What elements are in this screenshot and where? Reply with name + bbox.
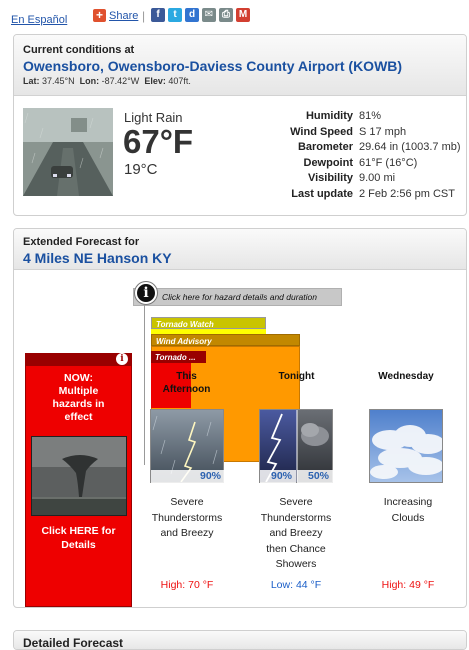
extended-forecast-header: Extended Forecast for 4 Miles NE Hanson …	[14, 229, 466, 270]
now-title-line: effect	[64, 411, 93, 423]
now-details-link[interactable]: Click HERE for Details	[26, 524, 131, 552]
detail-row-last-update: Last update 2 Feb 2:56 pm CST	[264, 187, 461, 203]
current-conditions-label: Current conditions at	[23, 44, 135, 56]
desc-line: Severe	[170, 496, 204, 508]
detail-row-visibility: Visibility 9.00 mi	[264, 171, 461, 187]
temp-this-afternoon: High: 70 °F	[160, 579, 214, 591]
tornado-watch-strip[interactable]: Tornado Watch	[151, 317, 266, 329]
now-title: NOW: Multiple hazards in effect	[26, 372, 131, 424]
top-bar: En Español + Share | f t d ✉ ⎙ M	[0, 0, 469, 30]
station-coordinates: Lat: 37.45°N Lon: -87.42°W Elev: 407ft.	[23, 76, 466, 86]
detail-label: Barometer	[297, 141, 353, 154]
period-name-this-afternoon: This Afternoon	[154, 370, 219, 396]
detail-row-wind-speed: Wind Speed S 17 mph	[264, 125, 461, 141]
lat-value: 37.45°N	[42, 76, 75, 86]
current-details-table: Humidity 81% Wind Speed S 17 mph Baromet…	[264, 109, 461, 203]
now-link-line: Click HERE for	[41, 525, 116, 537]
pop-this-afternoon: 90%	[151, 470, 225, 483]
forecast-location[interactable]: 4 Miles NE Hanson KY	[23, 250, 466, 266]
desc-tonight: Severe Thunderstorms and Breezy then Cha…	[248, 495, 344, 573]
detail-label: Wind Speed	[290, 125, 353, 138]
detail-label: Dewpoint	[303, 156, 354, 169]
period-name-line: This	[176, 371, 197, 382]
desc-wednesday: Increasing Clouds	[360, 495, 456, 526]
now-title-line: NOW:	[64, 372, 93, 384]
detail-value: 2 Feb 2:56 pm CST	[359, 187, 455, 200]
period-name-line: Wednesday	[378, 371, 434, 382]
wind-advisory-strip[interactable]: Wind Advisory	[151, 334, 300, 346]
share-button[interactable]: + Share	[93, 9, 138, 22]
hazard-details-bar[interactable]: Click here for hazard details and durati…	[133, 288, 342, 306]
info-icon[interactable]: i	[135, 282, 157, 304]
desc-line: Severe	[279, 496, 313, 508]
temp-tonight: Low: 44 °F	[270, 579, 322, 591]
period-name-wednesday: Wednesday	[366, 370, 446, 383]
detail-row-humidity: Humidity 81%	[264, 109, 461, 125]
period-name-tonight: Tonight	[264, 370, 329, 383]
tornado-photo	[31, 436, 127, 516]
tornado-warning-strip[interactable]: Tornado ...	[151, 351, 206, 363]
now-title-line: hazards in	[52, 398, 105, 410]
desc-line: Thunderstorms	[260, 511, 332, 524]
now-info-icon[interactable]: i	[116, 353, 128, 365]
detail-row-dewpoint: Dewpoint 61°F (16°C)	[264, 156, 461, 172]
now-hazards-box[interactable]: i NOW: Multiple hazards in effect Click …	[25, 353, 132, 607]
desc-line: and Breezy	[269, 527, 323, 539]
elev-value: 407ft.	[168, 76, 191, 86]
desc-this-afternoon: Severe Thunderstorms and Breezy	[139, 495, 235, 542]
detail-value: 81%	[359, 110, 382, 122]
twitter-icon[interactable]: t	[168, 8, 182, 22]
spanish-language-link[interactable]: En Español	[11, 14, 67, 26]
lat-label: Lat:	[23, 76, 40, 86]
detail-value: S 17 mph	[359, 125, 407, 138]
pop-tonight: 90%	[260, 470, 296, 483]
delicious-icon[interactable]: d	[185, 8, 199, 22]
elev-label: Elev:	[144, 76, 166, 86]
now-link-line: Details	[61, 539, 96, 551]
desc-line: then Chance	[266, 542, 326, 555]
period-name-line: Tonight	[278, 371, 315, 382]
current-temp-f: 67°F	[123, 123, 194, 160]
detail-value: 9.00 mi	[359, 172, 396, 185]
print-icon[interactable]: ⎙	[219, 8, 233, 22]
now-box-topbar: i	[26, 353, 131, 366]
hazard-details-text: Click here for hazard details and durati…	[162, 292, 317, 302]
desc-line: Thunderstorms	[151, 511, 223, 524]
share-label: Share	[109, 9, 139, 22]
station-name[interactable]: Owensboro, Owensboro-Daviess County Airp…	[23, 58, 466, 74]
detail-label: Visibility	[307, 172, 353, 185]
lon-value: -87.42°W	[101, 76, 140, 86]
desc-line: and Breezy	[160, 527, 214, 539]
pop-tonight-later: 50%	[297, 470, 333, 483]
detailed-forecast-label: Detailed Forecast	[23, 636, 124, 650]
current-conditions-panel: Current conditions at Owensboro, Owensbo…	[13, 34, 467, 216]
current-temp-c: 19°C	[124, 161, 158, 178]
share-plus-icon: +	[93, 9, 106, 22]
detail-value: 29.64 in (1003.7 mb)	[359, 141, 461, 154]
desc-line: Increasing	[383, 496, 433, 508]
detail-value: 61°F (16°C)	[359, 156, 418, 169]
extended-forecast-label: Extended Forecast for	[23, 236, 140, 248]
detail-label: Humidity	[305, 110, 353, 122]
desc-line: Showers	[275, 558, 317, 570]
current-conditions-header: Current conditions at Owensboro, Owensbo…	[14, 35, 466, 96]
share-divider: |	[142, 9, 146, 23]
gmail-icon[interactable]: M	[236, 8, 250, 22]
facebook-icon[interactable]: f	[151, 8, 165, 22]
timeline-divider	[144, 305, 145, 465]
extended-forecast-panel: Extended Forecast for 4 Miles NE Hanson …	[13, 228, 467, 608]
detail-row-barometer: Barometer 29.64 in (1003.7 mb)	[264, 140, 461, 156]
detailed-forecast-header: Detailed Forecast	[14, 631, 466, 650]
desc-line: Clouds	[391, 511, 425, 524]
increasing-clouds-icon[interactable]	[369, 409, 443, 483]
email-icon[interactable]: ✉	[202, 8, 216, 22]
period-name-line: Afternoon	[162, 384, 211, 395]
now-title-line: Multiple	[58, 385, 99, 397]
detail-label: Last update	[291, 187, 353, 200]
temp-wednesday: High: 49 °F	[381, 579, 435, 591]
lon-label: Lon:	[79, 76, 100, 86]
detailed-forecast-panel: Detailed Forecast	[13, 630, 467, 650]
light-rain-icon	[23, 108, 113, 196]
